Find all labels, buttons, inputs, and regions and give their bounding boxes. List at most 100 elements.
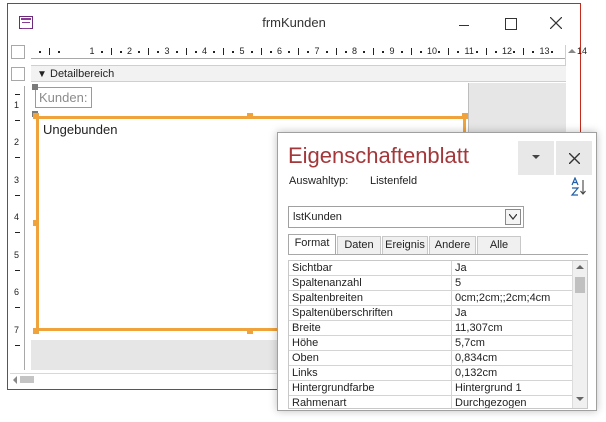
ruler-tick <box>298 48 300 55</box>
ruler-dot <box>58 51 61 53</box>
scroll-thumb[interactable] <box>20 376 34 383</box>
ruler-tick <box>15 94 20 95</box>
ruler-dot <box>363 51 366 53</box>
ruler-number: 5 <box>14 249 20 260</box>
property-row[interactable]: Höhe 5,7cm <box>289 336 572 351</box>
tab-ereignis[interactable]: Ereignis <box>382 236 428 255</box>
ruler-tick <box>15 119 20 121</box>
ruler-dot <box>438 51 441 53</box>
ruler-dot <box>382 51 385 53</box>
selected-object-name: lstKunden <box>293 211 342 223</box>
title-bar[interactable]: frmKunden <box>8 4 580 42</box>
property-row[interactable]: Rahmenart Durchgezogen <box>289 396 572 409</box>
selection-type-label: Auswahltyp: <box>289 175 349 187</box>
property-name: Breite <box>292 322 321 334</box>
property-row[interactable]: Spaltenbreiten 0cm;2cm;;2cm;4cm <box>289 291 572 306</box>
ruler-dot <box>400 51 403 53</box>
ruler-tick <box>15 157 20 158</box>
ruler-dot <box>194 51 197 53</box>
ruler-number: 2 <box>127 46 133 56</box>
property-name: Hintergrundfarbe <box>292 382 375 394</box>
resize-handle[interactable] <box>247 328 253 334</box>
horizontal-ruler[interactable]: 1 2 3 4 5 6 7 8 9 10 11 12 13 14 <box>31 45 587 59</box>
section-collapse-icon[interactable]: ▼ <box>37 69 47 80</box>
maximize-button[interactable] <box>487 4 533 42</box>
object-selector-combo[interactable]: lstKunden <box>288 206 524 228</box>
ruler-tick <box>49 48 51 55</box>
property-name: Oben <box>292 352 319 364</box>
section-bar-detail[interactable]: ▼ Detailbereich <box>31 65 566 82</box>
property-value[interactable]: Ja <box>451 261 572 275</box>
scroll-down-icon[interactable] <box>576 397 584 401</box>
property-value[interactable]: Hintergrund 1 <box>451 381 572 395</box>
property-name: Rahmenart <box>292 397 347 409</box>
tab-format[interactable]: Format <box>288 234 336 255</box>
ruler-number: 11 <box>464 46 474 56</box>
ruler-dot <box>269 51 272 53</box>
ruler-number: 7 <box>14 324 20 335</box>
ruler-number: 12 <box>502 46 513 56</box>
property-value[interactable]: 11,307cm <box>451 321 572 335</box>
minimize-button[interactable] <box>441 4 487 42</box>
property-value[interactable]: 5 <box>451 276 572 290</box>
property-row[interactable]: Sichtbar Ja <box>289 261 572 276</box>
property-value[interactable]: 5,7cm <box>451 336 572 350</box>
tab-andere[interactable]: Andere <box>429 236 476 255</box>
ruler-tick <box>523 48 525 55</box>
sort-az-icon[interactable] <box>570 176 588 197</box>
ruler-tick <box>15 344 20 346</box>
resize-handle[interactable] <box>33 220 39 226</box>
section-selector[interactable] <box>11 67 25 81</box>
ruler-number: 10 <box>427 46 438 56</box>
chevron-down-icon <box>509 214 517 220</box>
resize-handle[interactable] <box>462 113 468 119</box>
property-value[interactable]: 0,834cm <box>451 351 572 365</box>
resize-handle[interactable] <box>33 328 39 334</box>
ruler-tick <box>223 48 225 55</box>
property-value[interactable]: Durchgezogen <box>451 396 572 408</box>
property-grid-scrollbar[interactable] <box>572 261 587 408</box>
ruler-tick <box>110 48 112 55</box>
ruler-dot <box>494 51 497 53</box>
ruler-tick <box>185 48 187 55</box>
ruler-number: 14 <box>577 46 588 56</box>
vertical-scrollbar[interactable] <box>565 45 576 65</box>
ruler-number: 5 <box>239 46 245 56</box>
property-value[interactable]: 0,132cm <box>451 366 572 380</box>
property-row[interactable]: Breite 11,307cm <box>289 321 572 336</box>
scroll-left-icon[interactable] <box>13 376 17 384</box>
form-selector[interactable] <box>11 45 25 59</box>
combo-dropdown-button[interactable] <box>505 209 521 225</box>
property-row[interactable]: Links 0,132cm <box>289 366 572 381</box>
scroll-thumb[interactable] <box>575 277 585 293</box>
vertical-ruler[interactable]: 1 2 3 4 5 6 7 <box>11 86 25 370</box>
ruler-dot <box>213 51 216 53</box>
resize-handle[interactable] <box>247 113 253 119</box>
ruler-dot <box>39 51 42 53</box>
property-value[interactable]: 0cm;2cm;;2cm;4cm <box>451 291 572 305</box>
close-pane-button[interactable] <box>556 141 592 175</box>
move-handle[interactable] <box>32 84 38 90</box>
ruler-dot <box>550 51 553 53</box>
property-row[interactable]: Hintergrundfarbe Hintergrund 1 <box>289 381 572 396</box>
pane-options-button[interactable] <box>518 141 554 175</box>
property-name: Spaltenüberschriften <box>292 307 393 319</box>
tab-alle[interactable]: Alle <box>477 236 521 255</box>
ruler-number: 6 <box>14 287 20 297</box>
property-value[interactable]: Ja <box>451 306 572 320</box>
scroll-up-icon[interactable] <box>576 265 584 269</box>
ruler-dot <box>119 51 122 53</box>
property-grid[interactable]: Sichtbar Ja Spaltenanzahl 5 Spaltenbreiten 0c… <box>288 260 588 409</box>
close-window-button[interactable] <box>533 4 579 42</box>
kunden-label-control[interactable]: Kunden: <box>35 87 92 108</box>
close-icon <box>550 17 562 29</box>
property-row[interactable]: Spaltenanzahl 5 <box>289 276 572 291</box>
property-row[interactable]: Oben 0,834cm <box>289 351 572 366</box>
scroll-up-icon[interactable] <box>568 49 576 53</box>
ruler-dot <box>232 51 235 53</box>
property-row[interactable]: Spaltenüberschriften Ja <box>289 306 572 321</box>
tab-daten[interactable]: Daten <box>337 236 381 255</box>
ruler-number: 2 <box>14 137 20 147</box>
ruler-dot <box>475 51 478 53</box>
resize-handle[interactable] <box>33 113 39 119</box>
